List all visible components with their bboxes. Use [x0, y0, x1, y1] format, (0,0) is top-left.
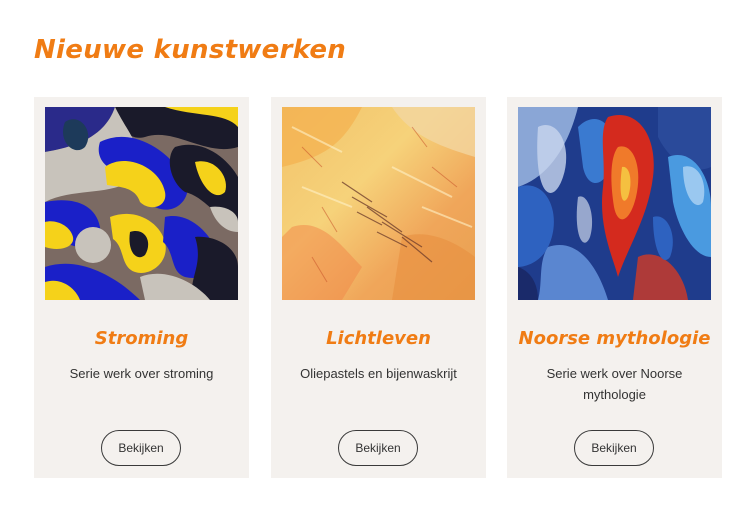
- artwork-image[interactable]: [518, 107, 711, 300]
- artwork-card-stroming: Stroming Serie werk over stroming Bekijk…: [34, 97, 249, 478]
- artwork-image[interactable]: [45, 107, 238, 300]
- artwork-title: Noorse mythologie: [518, 328, 711, 349]
- section-title: Nieuwe kunstwerken: [34, 35, 347, 65]
- artwork-card-lichtleven: Lichtleven Oliepastels en bijenwaskrijt …: [271, 97, 486, 478]
- artwork-description: Serie werk over stroming: [69, 366, 214, 381]
- artwork-image[interactable]: [282, 107, 475, 300]
- artwork-title: Stroming: [94, 328, 189, 349]
- artwork-description: Serie werk over Noorse mythologie: [546, 366, 683, 402]
- artwork-card-noorse-mythologie: Noorse mythologie Serie werk over Noorse…: [507, 97, 722, 478]
- artwork-title: Lichtleven: [326, 328, 431, 349]
- artwork-description: Oliepastels en bijenwaskrijt: [300, 366, 457, 381]
- view-button[interactable]: Bekijken: [101, 430, 181, 466]
- view-button[interactable]: Bekijken: [338, 430, 418, 466]
- view-button[interactable]: Bekijken: [574, 430, 654, 466]
